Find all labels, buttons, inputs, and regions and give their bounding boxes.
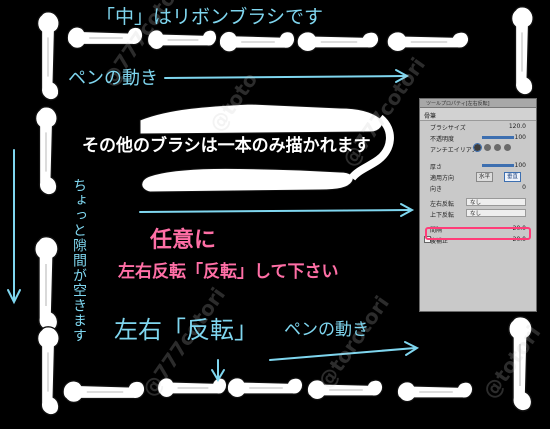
optional-line-2: 左右反転「反転」して下さい [118, 262, 339, 282]
gap-note: ちょっと隙間が空きます [71, 178, 87, 343]
pen-motion-top: ペンの動き [68, 68, 158, 89]
ud-flip-row: 上下反転 なし [420, 208, 536, 219]
lr-flip-select[interactable]: なし [466, 198, 526, 206]
pen-motion-bottom: ペンの動き [284, 320, 369, 340]
opacity-slider[interactable] [482, 136, 514, 139]
other-brush-note: その他のブラシは一本のみ描かれます [82, 136, 371, 156]
antialias-options[interactable] [473, 143, 514, 153]
tool-name-row: 骨筆 [420, 108, 536, 121]
ud-flip-select[interactable]: なし [466, 209, 526, 217]
horizontal-button[interactable]: 水平 [476, 172, 494, 182]
direction-row: 適用方向 水平 垂直 [420, 171, 536, 182]
vertical-button[interactable]: 垂直 [504, 172, 522, 182]
antialias-row: アンチエイリアス [420, 143, 536, 154]
lr-flip-highlight [425, 227, 531, 240]
tool-property-panel: ツールプロパティ[左右反転] 骨筆 ブラシサイズ 120.0 不透明度 100 … [419, 98, 537, 312]
panel-titlebar[interactable]: ツールプロパティ[左右反転] [420, 99, 536, 108]
optional-line-1: 任意に [150, 228, 217, 253]
lr-flip-row: 左右反転 なし [420, 197, 536, 208]
thickness-slider[interactable] [482, 164, 514, 167]
bone-column-left [34, 11, 60, 416]
opacity-row[interactable]: 不透明度 100 [420, 132, 536, 143]
thickness-row[interactable]: 厚さ 100 [420, 160, 536, 171]
flip-label: 左右「反転」 [114, 316, 258, 344]
title-line: 「中」はリボンブラシです [96, 6, 324, 28]
brush-size-row[interactable]: ブラシサイズ 120.0 [420, 121, 536, 132]
bone-row-bottom [62, 377, 474, 404]
orientation-row[interactable]: 向き 0 [420, 182, 536, 193]
